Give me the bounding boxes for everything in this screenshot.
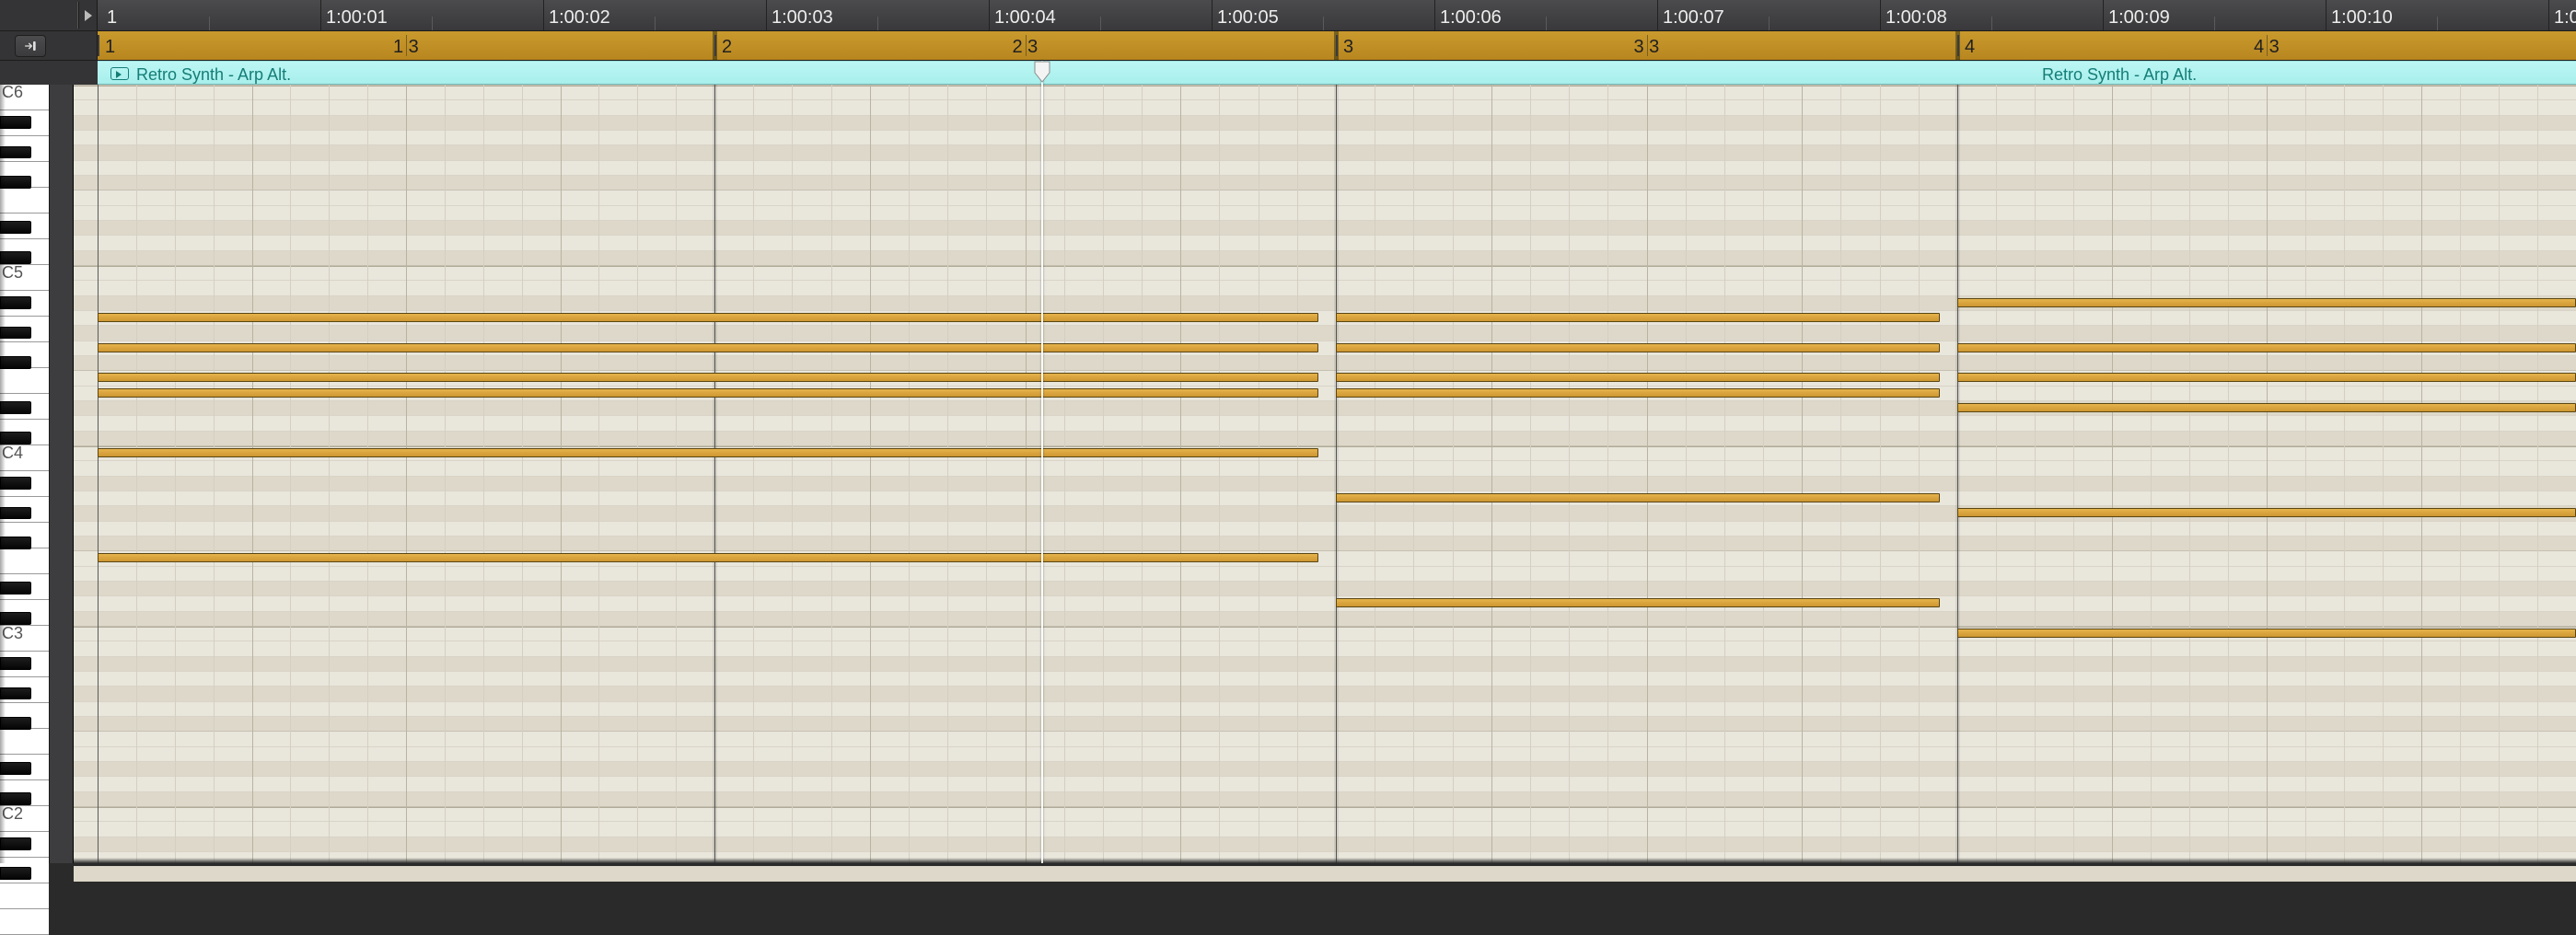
midi-note[interactable]	[98, 388, 1318, 398]
midi-note[interactable]	[1957, 343, 2576, 352]
time-label: 1:00:07	[1663, 7, 1724, 29]
midi-note[interactable]	[1336, 343, 1940, 352]
play-from-start-icon[interactable]	[85, 10, 92, 21]
time-label: 1:00:04	[994, 7, 1056, 29]
time-label: 1:00:	[2554, 7, 2576, 29]
time-tick	[1434, 0, 1435, 30]
catch-icon	[23, 39, 38, 53]
bar-number-label: 2	[722, 37, 732, 58]
midi-note[interactable]	[1957, 629, 2576, 638]
loop-icon	[110, 67, 129, 80]
white-key[interactable]	[0, 548, 49, 574]
bar-beat-label: 1 3	[393, 37, 419, 58]
midi-note[interactable]	[1336, 373, 1940, 382]
time-tick	[320, 0, 321, 30]
time-tick	[2103, 0, 2104, 30]
midi-note[interactable]	[1957, 508, 2576, 517]
white-key[interactable]	[0, 188, 49, 214]
region-header-row: Retro Synth - Arp Alt. Retro Synth - Arp…	[0, 61, 2576, 85]
midi-note[interactable]	[98, 373, 1318, 382]
time-label: 1:00:05	[1217, 7, 1279, 29]
region-b-name: Retro Synth - Arp Alt.	[2042, 65, 2197, 85]
time-tick	[1880, 0, 1881, 30]
bar-number-label: 4	[1965, 37, 1975, 58]
time-tick	[766, 0, 767, 30]
bar-beat-label: 4 3	[2254, 37, 2280, 58]
time-tick	[2326, 0, 2327, 30]
time-label: 1:00:08	[1886, 7, 1947, 29]
black-key[interactable]	[0, 867, 31, 880]
bar-number-label: 1	[105, 37, 115, 58]
time-ruler[interactable]: 1 1:00:01 1:00:02 1:00:03 1:00:04 1:00:05 1:0…	[0, 0, 2576, 31]
midi-note[interactable]	[98, 553, 1318, 562]
white-key[interactable]	[0, 729, 49, 755]
white-key[interactable]	[0, 883, 49, 909]
midi-note[interactable]	[98, 313, 1318, 322]
midi-note[interactable]	[98, 448, 1318, 457]
region-b[interactable]: Retro Synth - Arp Alt.	[1957, 61, 2576, 85]
time-tick	[2548, 0, 2549, 30]
white-key[interactable]	[0, 368, 49, 394]
time-label: 1:00:10	[2331, 7, 2393, 29]
ruler-divider	[77, 2, 79, 29]
note-grid[interactable]	[74, 85, 2576, 863]
midi-note[interactable]	[1957, 373, 2576, 382]
catch-playhead-button[interactable]	[15, 35, 46, 57]
piano-keyboard[interactable]: C6C5C4C3C2	[0, 85, 74, 863]
time-label: 1:00:03	[772, 7, 833, 29]
bar-beat-label: 3 3	[1634, 37, 1660, 58]
time-tick	[1212, 0, 1213, 30]
midi-note[interactable]	[1336, 598, 1940, 607]
bar-ruler[interactable]: 1 1 3 2 2 3 3 3 3 4 4 3	[0, 31, 2576, 61]
midi-note[interactable]	[98, 343, 1318, 352]
bar-number-label: 3	[1343, 37, 1353, 58]
time-label: 1:00:01	[326, 7, 388, 29]
time-label: 1:00:09	[2108, 7, 2170, 29]
piano-roll-editor: 1 1:00:01 1:00:02 1:00:03 1:00:04 1:00:05 1:0…	[0, 0, 2576, 863]
playhead-marker-icon[interactable]	[1034, 61, 1050, 79]
region-a-name: Retro Synth - Arp Alt.	[136, 65, 291, 85]
midi-note[interactable]	[1336, 388, 1940, 398]
time-tick	[1657, 0, 1658, 30]
time-label: 1:00:06	[1440, 7, 1502, 29]
white-key[interactable]	[0, 909, 49, 935]
time-start-label: 1	[107, 7, 117, 29]
midi-note[interactable]	[1336, 493, 1940, 502]
time-tick	[543, 0, 544, 30]
bar-beat-label: 2 3	[1013, 37, 1039, 58]
midi-note[interactable]	[1957, 298, 2576, 307]
midi-note[interactable]	[1957, 403, 2576, 412]
time-label: 1:00:02	[549, 7, 610, 29]
region-a[interactable]: Retro Synth - Arp Alt.	[98, 61, 1957, 85]
time-tick	[989, 0, 990, 30]
piano-roll[interactable]: C6C5C4C3C2	[0, 85, 2576, 863]
midi-note[interactable]	[1336, 313, 1940, 322]
